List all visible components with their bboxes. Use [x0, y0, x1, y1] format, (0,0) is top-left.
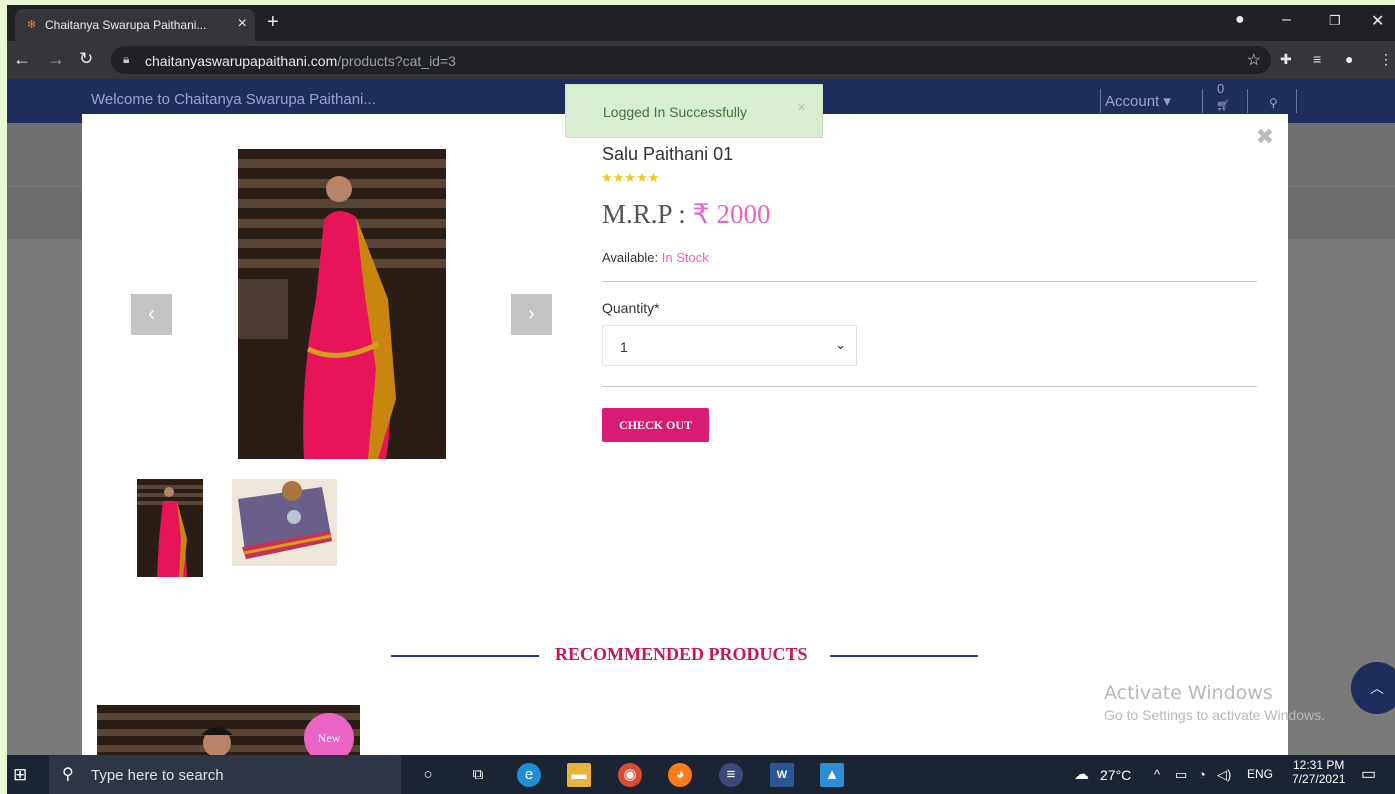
back-icon[interactable]: ←: [13, 49, 31, 70]
photos-icon[interactable]: ▲: [820, 763, 844, 787]
language-indicator[interactable]: ENG: [1247, 767, 1273, 781]
edge-icon[interactable]: e: [517, 763, 541, 787]
window-close-icon[interactable]: ✕: [1371, 11, 1384, 31]
availability: Available: In Stock: [602, 250, 709, 265]
tray-expand-icon[interactable]: ^: [1154, 767, 1160, 782]
mrp-label: M.R.P :: [602, 199, 686, 229]
checkout-button[interactable]: CHECK OUT: [602, 408, 709, 442]
clock-time: 12:31 PM: [1293, 758, 1345, 772]
account-menu[interactable]: Account ▾: [1105, 92, 1171, 110]
quantity-select[interactable]: 1 ⌄: [602, 325, 857, 366]
restore-icon[interactable]: ❐: [1329, 13, 1341, 29]
carousel-next-button[interactable]: ›: [511, 294, 552, 335]
url-path: /products?cat_id=3: [337, 53, 456, 69]
search-icon: ⚲: [62, 766, 74, 783]
modal-close-icon[interactable]: ✖: [1256, 124, 1274, 150]
tab-title: Chaitanya Swarupa Paithani...: [45, 18, 207, 32]
quantity-label: Quantity*: [602, 300, 660, 316]
stock-status: In Stock: [661, 250, 709, 265]
rating-stars: ★★★★★: [601, 170, 660, 185]
clock-date: 7/27/2021: [1292, 772, 1346, 786]
divider: [1247, 89, 1248, 113]
login-success-toast: Logged In Successfully ×: [565, 84, 823, 138]
profile-menu-icon[interactable]: ●: [1235, 11, 1245, 29]
forward-icon[interactable]: →: [47, 49, 65, 70]
carousel-prev-button[interactable]: ‹: [131, 294, 172, 335]
price-amount: ₹ 2000: [692, 199, 771, 229]
windows-start-icon[interactable]: ⊞: [13, 765, 27, 785]
browser-menu-icon[interactable]: ⋮: [1379, 51, 1393, 68]
divider: [1100, 89, 1101, 113]
quantity-value: 1: [620, 339, 628, 355]
toast-close-icon[interactable]: ×: [797, 99, 806, 116]
scroll-to-top-button[interactable]: ︿: [1351, 662, 1395, 714]
divider: [602, 386, 1257, 387]
reload-icon[interactable]: ↻: [79, 49, 93, 69]
product-main-image: [238, 149, 446, 459]
recommended-heading: RECOMMENDED PRODUCTS: [555, 644, 808, 664]
reading-list-icon[interactable]: ≡: [1313, 51, 1321, 67]
lock-icon: 🔒︎: [123, 52, 130, 66]
product-title: Salu Paithani 01: [602, 144, 734, 164]
word-icon[interactable]: W: [770, 763, 794, 787]
toast-message: Logged In Successfully: [603, 104, 747, 120]
product-price: M.R.P : ₹ 2000: [602, 199, 770, 230]
account-label: Account: [1105, 93, 1160, 110]
product-thumbnail-2[interactable]: [232, 479, 337, 566]
account-avatar-icon[interactable]: ●: [1345, 51, 1353, 67]
product-thumbnail-1[interactable]: [137, 479, 203, 577]
cart-icon[interactable]: 🛒︎: [1216, 99, 1230, 112]
product-quickview-modal: ✖ ‹ › Salu Paithani 01 ★★★★★ M.R.P: ₹ 2…: [82, 114, 1288, 764]
screen: ✻ Chaitanya Swarupa Paithani... × + ● – …: [7, 5, 1395, 794]
divider: [1202, 89, 1203, 113]
taskbar-clock[interactable]: 12:31 PM 7/27/2021: [1292, 758, 1345, 786]
tab-close-icon[interactable]: ×: [238, 15, 247, 33]
wifi-icon[interactable]: ◔: [1198, 767, 1206, 782]
watermark-subtitle: Go to Settings to activate Windows.: [1104, 707, 1325, 723]
extensions-icon[interactable]: ✚: [1280, 51, 1292, 68]
browser-toolbar: ← → ↻ 🔒︎ chaitanyaswarupapaithani.com/pr…: [7, 41, 1395, 79]
cart-count: 0: [1217, 81, 1225, 96]
bookmark-star-icon[interactable]: ☆: [1247, 50, 1261, 70]
available-label: Available:: [602, 250, 659, 265]
watermark-title: Activate Windows: [1104, 682, 1273, 704]
new-tab-icon[interactable]: +: [267, 11, 279, 34]
taskbar-search-placeholder: Type here to search: [91, 767, 224, 784]
taskbar-search-box[interactable]: ⚲ Type here to search: [49, 755, 401, 794]
search-icon[interactable]: ⚲: [1269, 96, 1278, 110]
web-page: Welcome to Chaitanya Swarupa Paithani...…: [7, 79, 1395, 764]
firefox-icon[interactable]: ◕: [668, 763, 692, 787]
eclipse-icon[interactable]: ≡: [719, 763, 743, 787]
notifications-icon[interactable]: ▭: [1361, 764, 1376, 784]
task-view-icon[interactable]: ⧉: [466, 763, 490, 787]
battery-icon[interactable]: ▭: [1175, 767, 1187, 783]
divider: [602, 281, 1257, 282]
heading-rule-left: [391, 655, 539, 657]
divider: [1296, 89, 1297, 113]
chevron-down-icon: ⌄: [835, 337, 846, 352]
browser-tab[interactable]: ✻ Chaitanya Swarupa Paithani... ×: [15, 9, 255, 41]
url-text: chaitanyaswarupapaithani.com/products?ca…: [145, 53, 456, 69]
activate-windows-watermark: Activate Windows Go to Settings to activ…: [1104, 682, 1325, 723]
volume-icon[interactable]: ◁): [1217, 767, 1231, 783]
weather-temp: 27°C: [1100, 767, 1132, 783]
cortana-icon[interactable]: ○: [416, 763, 440, 787]
file-explorer-icon[interactable]: ▬: [567, 763, 591, 787]
browser-tab-strip: ✻ Chaitanya Swarupa Paithani... × + ● – …: [7, 5, 1395, 41]
weather-cloud-icon[interactable]: ☁: [1074, 765, 1089, 783]
windows-taskbar: ⊞ ⚲ Type here to search ○ ⧉ e ▬ ◉ ◕ ≡ W …: [7, 755, 1395, 794]
welcome-text: Welcome to Chaitanya Swarupa Paithani...: [91, 91, 376, 108]
url-host: chaitanyaswarupapaithani.com: [145, 53, 338, 69]
minimize-icon[interactable]: –: [1282, 11, 1291, 29]
chrome-icon[interactable]: ◉: [618, 763, 642, 787]
address-bar[interactable]: 🔒︎ chaitanyaswarupapaithani.com/products…: [111, 46, 1271, 74]
heading-rule-right: [830, 655, 978, 657]
site-favicon-icon: ✻: [27, 19, 37, 31]
